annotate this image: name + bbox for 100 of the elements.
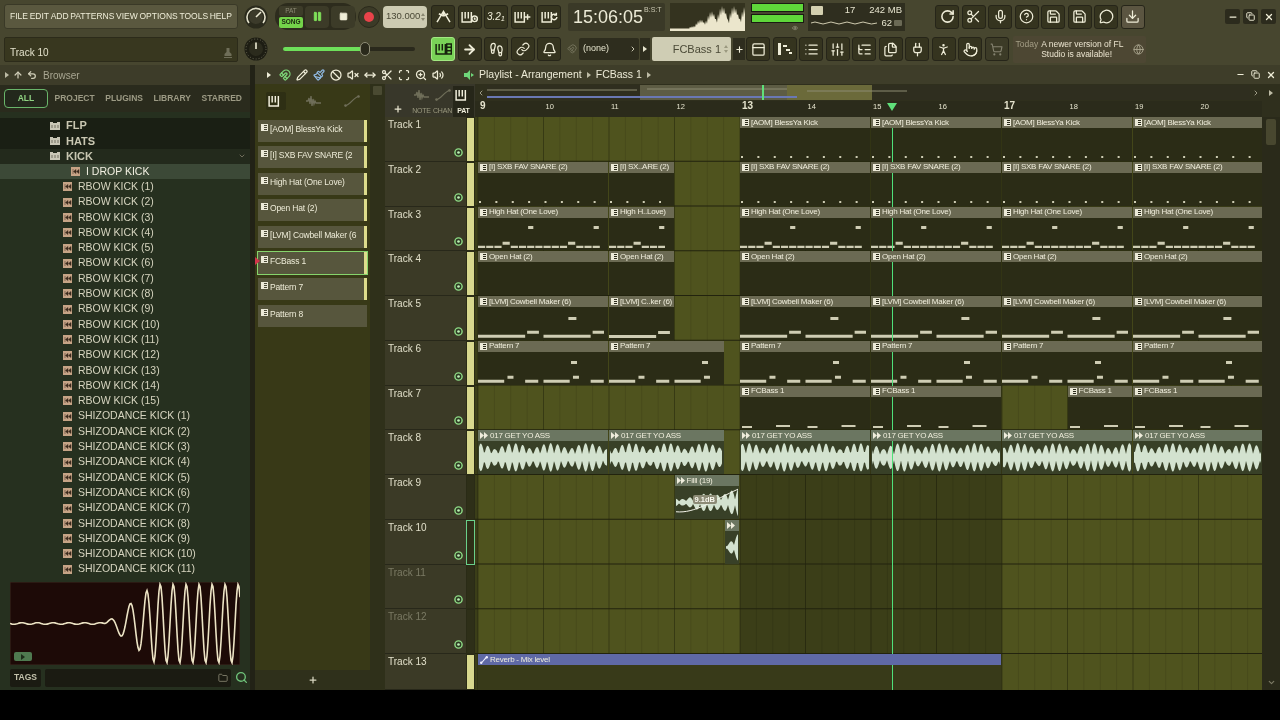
browser-tab[interactable]: STARRED (197, 89, 246, 108)
pattern-clip[interactable]: High H..Love) (609, 206, 674, 251)
track-mute-toggle[interactable] (454, 416, 463, 426)
toolbar-toggle[interactable] (484, 37, 508, 61)
pattern-clip[interactable]: High Hat (One Love) (871, 206, 1001, 251)
restore-button[interactable] (1243, 9, 1258, 24)
pattern-clip[interactable]: [LVM] C..ker (6) (609, 296, 674, 340)
pattern-item[interactable]: High Hat (One Love) (258, 172, 367, 195)
pattern-clip[interactable]: [I] SXB FAV SNARE (2) (871, 161, 1001, 206)
audio-clip[interactable]: 017 GET YO ASS (1133, 430, 1262, 474)
folder-item[interactable]: HATS (0, 133, 250, 149)
browser-tab[interactable]: PROJECT (50, 89, 99, 108)
tempo-field[interactable]: 130.000 (383, 5, 427, 28)
chat-button[interactable] (1094, 4, 1118, 29)
audio-clip[interactable]: 017 GET YO ASS (871, 430, 1001, 474)
menu-item[interactable]: FILE (10, 12, 28, 21)
pattern-clip[interactable]: [I] SXB FAV SNARE (2) (1133, 161, 1262, 206)
stop-button[interactable] (331, 5, 355, 28)
pattern-menu-button[interactable] (640, 38, 650, 60)
pattern-clip[interactable]: FCBass 1 (740, 385, 870, 430)
snap-dropdown[interactable]: (none) (579, 38, 639, 60)
pattern-clip[interactable]: [LVM] Cowbell Maker (6) (1133, 296, 1262, 340)
audio-clip[interactable]: 017 GET YO ASS (740, 430, 870, 474)
toolbar-toggle[interactable] (457, 37, 482, 61)
save-button[interactable] (1041, 4, 1065, 29)
brush-tool-button[interactable] (310, 66, 327, 83)
ban-tool-button[interactable] (327, 66, 344, 83)
picker-filter-tab[interactable] (266, 92, 286, 110)
sample-item[interactable]: RBOW KICK (7) (0, 270, 250, 287)
pattern-clip[interactable]: [LVM] Cowbell Maker (6) (478, 296, 608, 340)
automation-clip[interactable]: Reverb - Mix level (478, 654, 1001, 690)
sample-item[interactable]: RBOW KICK (8) (0, 286, 250, 302)
sample-item[interactable]: RBOW KICK (10) (0, 316, 250, 333)
sample-item[interactable]: SHIZODANCE KICK (2) (0, 423, 250, 440)
sample-item[interactable]: RBOW KICK (3) (0, 209, 250, 226)
toolbar-toggle[interactable] (510, 37, 535, 61)
minimize-button[interactable] (1225, 9, 1240, 24)
pattern-clip[interactable]: [LVM] Cowbell Maker (6) (871, 296, 1001, 340)
track-mute-toggle[interactable] (454, 192, 463, 202)
slider-handle[interactable] (359, 42, 370, 56)
audio-clip[interactable]: 017 GET YO ASS (1002, 430, 1132, 474)
sample-item[interactable]: RBOW KICK (15) (0, 393, 250, 409)
pattern-clip[interactable]: Pattern 7 (871, 340, 1001, 385)
toolbar-toggle[interactable] (510, 4, 535, 29)
pattern-clip[interactable]: [I] SX..ARE (2) (609, 161, 674, 206)
pattern-item[interactable]: FCBass 1 (258, 251, 367, 274)
sample-item[interactable]: RBOW KICK (9) (0, 301, 250, 317)
pattern-clip[interactable]: High Hat (One Love) (478, 206, 608, 251)
restore-button[interactable] (1250, 69, 1261, 80)
pattern-clip[interactable]: FCBass 1 (1067, 385, 1132, 430)
help-button[interactable] (1014, 4, 1039, 29)
folder-tree-button[interactable] (852, 37, 876, 61)
sample-item[interactable]: RBOW KICK (6) (0, 255, 250, 271)
track-mute-toggle[interactable] (454, 371, 463, 381)
sample-item[interactable]: SHIZODANCE KICK (6) (0, 485, 250, 501)
menu-item[interactable]: HELP (209, 12, 232, 21)
menu-item[interactable]: OPTIONS (139, 12, 178, 21)
browser-tab[interactable]: ALL (4, 89, 48, 108)
pattern-clip[interactable]: [LVM] Cowbell Maker (6) (740, 296, 870, 340)
pattern-clip[interactable]: [AOM] BlessYa Kick (740, 117, 870, 161)
sample-item[interactable]: RBOW KICK (5) (0, 240, 250, 256)
track-mute-toggle[interactable] (454, 147, 463, 157)
pattern-clip[interactable]: FCBass 1 (871, 385, 1001, 430)
pattern-clip[interactable]: Pattern 7 (1133, 340, 1262, 385)
sample-item[interactable]: SHIZODANCE KICK (7) (0, 500, 250, 516)
toolbar-toggle[interactable] (431, 4, 455, 29)
knob[interactable] (244, 37, 268, 61)
pause-button[interactable] (305, 5, 329, 28)
pattern-item[interactable]: [I] SXB FAV SNARE (2 (258, 146, 367, 169)
pattern-item[interactable]: [LVM] Cowbell Maker (6 (258, 225, 367, 248)
menu-item[interactable]: PATTERNS (70, 12, 115, 21)
track-mute-toggle[interactable] (454, 326, 463, 336)
rows-button[interactable] (799, 37, 823, 61)
pattern-clip[interactable]: Open Hat (2) (478, 251, 608, 295)
download-button[interactable] (1120, 4, 1145, 29)
preview-play-button[interactable] (14, 652, 32, 661)
sample-item[interactable]: RBOW KICK (14) (0, 378, 250, 394)
pattern-clip[interactable]: [LVM] Cowbell Maker (6) (1002, 296, 1132, 340)
toolbar-toggle[interactable]: 3.2$_{1}$ (484, 4, 508, 29)
toolbar-toggle[interactable] (537, 4, 561, 29)
sample-item[interactable]: RBOW KICK (4) (0, 225, 250, 241)
window-button[interactable] (746, 37, 770, 61)
pattern-clip[interactable]: Pattern 7 (1002, 340, 1132, 385)
pattern-clip[interactable]: Open Hat (2) (1133, 251, 1262, 295)
sample-item[interactable]: SHIZODANCE KICK (11) (0, 561, 250, 577)
pattern-clip[interactable]: [AOM] BlessYa Kick (871, 117, 1001, 161)
browser-tab[interactable]: PLUGINS (101, 89, 147, 108)
pattern-item[interactable]: Pattern 8 (258, 304, 367, 327)
knob[interactable] (244, 4, 268, 29)
toolbar-toggle[interactable] (457, 4, 482, 29)
plug-button[interactable] (905, 37, 929, 61)
pattern-clip[interactable]: Open Hat (2) (1002, 251, 1132, 295)
sample-item[interactable]: RBOW KICK (12) (0, 347, 250, 363)
sample-item[interactable]: RBOW KICK (11) (0, 332, 250, 348)
person-button[interactable] (931, 37, 956, 61)
sample-item[interactable]: SHIZODANCE KICK (1) (0, 408, 250, 424)
menu-item[interactable]: TOOLS (179, 12, 209, 21)
pattern-clip[interactable]: [AOM] BlessYa Kick (1002, 117, 1132, 161)
audio-clip[interactable]: 017 GET YO ASS (609, 430, 724, 474)
folder-item[interactable]: FLP (0, 118, 250, 134)
